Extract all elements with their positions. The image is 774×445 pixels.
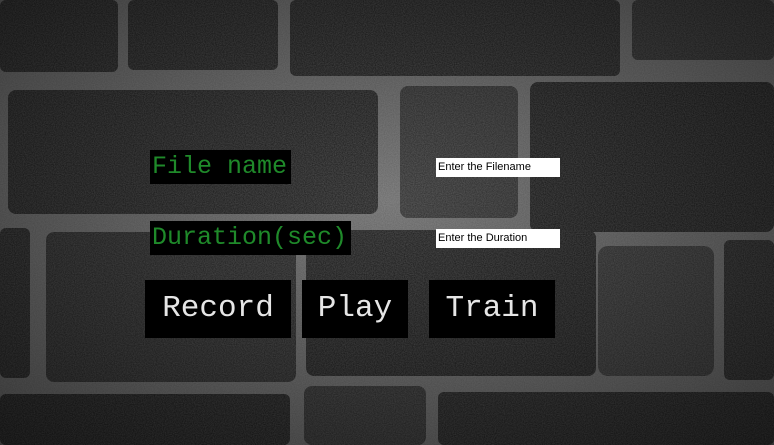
brick-wall-background [0,0,774,445]
train-button[interactable]: Train [429,280,555,338]
app-window: File name Duration(sec) Record Play Trai… [0,0,774,445]
filename-label: File name [150,150,292,184]
duration-label: Duration(sec) [150,221,352,255]
filename-input[interactable] [436,158,560,177]
play-button[interactable]: Play [302,280,408,338]
record-button[interactable]: Record [145,280,291,338]
duration-input[interactable] [436,229,560,248]
